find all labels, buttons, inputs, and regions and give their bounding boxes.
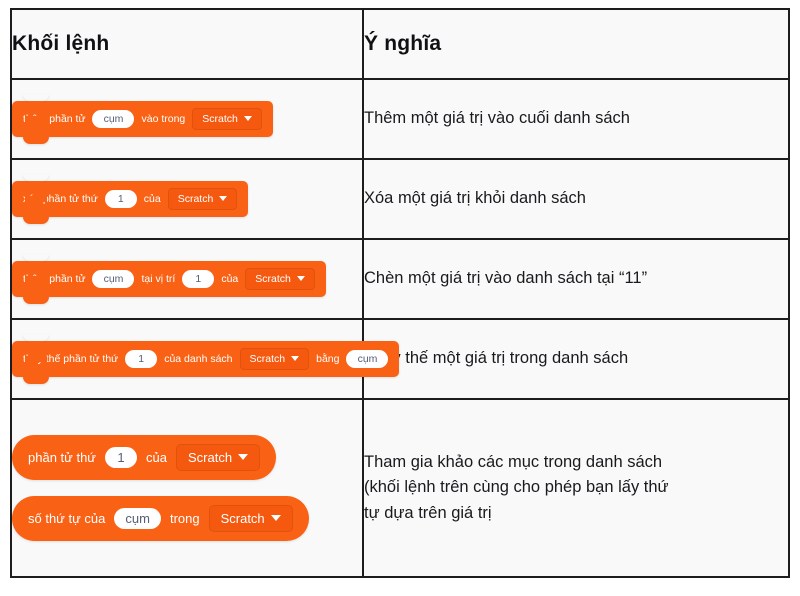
block-dropdown[interactable]: Scratch <box>175 443 261 471</box>
block-label: của <box>221 272 239 285</box>
blocks-stack: thêm phần tử cụm tại vị trí 1 của Scratch <box>12 253 362 305</box>
blocks-cell: thêm phần tử cụm tại vị trí 1 của Scratch <box>10 237 364 320</box>
table-header: Khối lệnh Ý nghĩa <box>10 8 790 80</box>
block-notch-bottom-icon <box>23 137 49 145</box>
blocks-cell: xóa phần tử thứ 1 của Scratch <box>10 157 364 240</box>
block-label: bằng <box>316 352 340 365</box>
block-notch-top-icon <box>23 93 49 101</box>
block-dropdown-value: Scratch <box>202 112 238 125</box>
block-label: của danh sách <box>164 352 233 365</box>
block-label: thay thế phần tử thứ <box>23 352 119 365</box>
block-dropdown[interactable]: Scratch <box>239 347 310 371</box>
block-label: trong <box>169 510 200 526</box>
column-header-blocks: Khối lệnh <box>10 8 364 80</box>
block-notch-top-icon <box>23 173 49 181</box>
block-text-input[interactable]: cụm <box>346 349 389 369</box>
chevron-down-icon <box>219 196 228 202</box>
table-header-row: Khối lệnh Ý nghĩa <box>10 8 790 80</box>
scratch-reporter-block[interactable]: số thứ tự của cụm trong Scratch <box>12 495 309 541</box>
meaning-text: Thêm một giá trị vào cuối danh sách <box>364 109 630 128</box>
scratch-stack-block[interactable]: thêm phần tử cụm tại vị trí 1 của Scratch <box>12 253 326 305</box>
block-label: tại vị trí <box>141 272 176 285</box>
column-header-meaning: Ý nghĩa <box>362 8 790 80</box>
meaning-text: Thay thế một giá trị trong danh sách <box>364 349 629 368</box>
table-row: phần tử thứ 1 của Scratch số thứ tự của cụm tr… <box>10 397 790 579</box>
block-dropdown-value: Scratch <box>255 272 291 285</box>
chevron-down-icon <box>291 356 300 362</box>
chevron-down-icon <box>296 276 305 282</box>
block-label: phần tử thứ <box>28 449 97 465</box>
block-notch-bottom-icon <box>23 377 49 385</box>
meaning-cell: Tham gia khảo các mục trong danh sách (k… <box>362 397 790 579</box>
scratch-reporter-block[interactable]: phần tử thứ 1 của Scratch <box>12 434 277 480</box>
blocks-stack: thay thế phần tử thứ 1 của danh sách Scratc… <box>12 333 400 385</box>
chevron-down-icon <box>243 116 252 122</box>
table-row: thay thế phần tử thứ 1 của danh sách Scratc… <box>10 317 790 400</box>
block-label: của <box>143 192 161 205</box>
block-text-input[interactable]: cụm <box>114 507 161 529</box>
meaning-cell: Thêm một giá trị vào cuối danh sách <box>362 78 790 160</box>
block-notch-top-icon <box>23 253 49 261</box>
block-label: của <box>146 449 167 465</box>
meaning-cell: Thay thế một giá trị trong danh sách <box>362 317 790 400</box>
blocks-stack: phần tử thứ 1 của Scratch số thứ tự của cụm tr… <box>12 434 362 541</box>
block-number-input[interactable]: 1 <box>125 349 158 369</box>
scratch-stack-block[interactable]: xóa phần tử thứ 1 của Scratch <box>12 173 249 225</box>
block-reference-page: Khối lệnh Ý nghĩa thêm phần tử cụm vào tro… <box>0 0 800 596</box>
block-dropdown[interactable]: Scratch <box>192 107 262 131</box>
blocks-cell: thay thế phần tử thứ 1 của danh sách Scratc… <box>10 317 400 400</box>
block-dropdown-value: Scratch <box>177 192 214 205</box>
block-number-input[interactable]: 1 <box>104 189 137 209</box>
table-row: xóa phần tử thứ 1 của Scratch Xóa một giá tr… <box>10 157 790 240</box>
chevron-down-icon <box>270 515 281 522</box>
block-label: thêm phần tử <box>23 112 86 125</box>
scratch-stack-block[interactable]: thêm phần tử cụm vào trong Scratch <box>12 93 273 145</box>
block-label: vào trong <box>141 112 186 125</box>
blocks-cell: phần tử thứ 1 của Scratch số thứ tự của cụm tr… <box>10 397 364 579</box>
table-row: thêm phần tử cụm tại vị trí 1 của Scratch Chèn… <box>10 237 790 320</box>
block-number-input[interactable]: 1 <box>105 446 138 468</box>
meaning-cell: Xóa một giá trị khỏi danh sách <box>362 157 790 240</box>
meaning-cell: Chèn một giá trị vào danh sách tại “11” <box>362 237 790 320</box>
block-notch-bottom-icon <box>23 297 49 305</box>
meaning-text: Chèn một giá trị vào danh sách tại “11” <box>364 269 648 288</box>
block-dropdown[interactable]: Scratch <box>167 187 238 211</box>
block-text-input[interactable]: cụm <box>92 109 135 129</box>
scratch-block-reference-table: Khối lệnh Ý nghĩa thêm phần tử cụm vào tro… <box>10 8 790 579</box>
block-notch-bottom-icon <box>23 217 49 225</box>
meaning-text: Tham gia khảo các mục trong danh sách (k… <box>364 452 669 522</box>
table-row: thêm phần tử cụm vào trong Scratch Thêm một … <box>10 78 790 160</box>
meaning-text: Xóa một giá trị khỏi danh sách <box>364 189 586 208</box>
blocks-stack: xóa phần tử thứ 1 của Scratch <box>12 173 362 225</box>
block-number-input[interactable]: 1 <box>182 269 215 289</box>
block-dropdown-value: Scratch <box>249 352 286 365</box>
block-label: xóa phần tử thứ <box>23 192 98 205</box>
blocks-cell: thêm phần tử cụm vào trong Scratch <box>10 78 364 160</box>
block-text-input[interactable]: cụm <box>92 269 135 289</box>
blocks-stack: thêm phần tử cụm vào trong Scratch <box>12 93 362 145</box>
block-label: thêm phần tử <box>23 272 86 285</box>
block-dropdown-value: Scratch <box>220 510 265 526</box>
block-notch-top-icon <box>23 333 49 341</box>
block-dropdown-value: Scratch <box>187 449 233 465</box>
block-dropdown[interactable]: Scratch <box>245 267 315 291</box>
block-dropdown[interactable]: Scratch <box>208 504 293 532</box>
block-label: số thứ tự của <box>28 510 106 526</box>
table-body: thêm phần tử cụm vào trong Scratch Thêm một … <box>10 78 790 579</box>
scratch-stack-block[interactable]: thay thế phần tử thứ 1 của danh sách Scratc… <box>12 333 400 385</box>
chevron-down-icon <box>238 454 249 461</box>
